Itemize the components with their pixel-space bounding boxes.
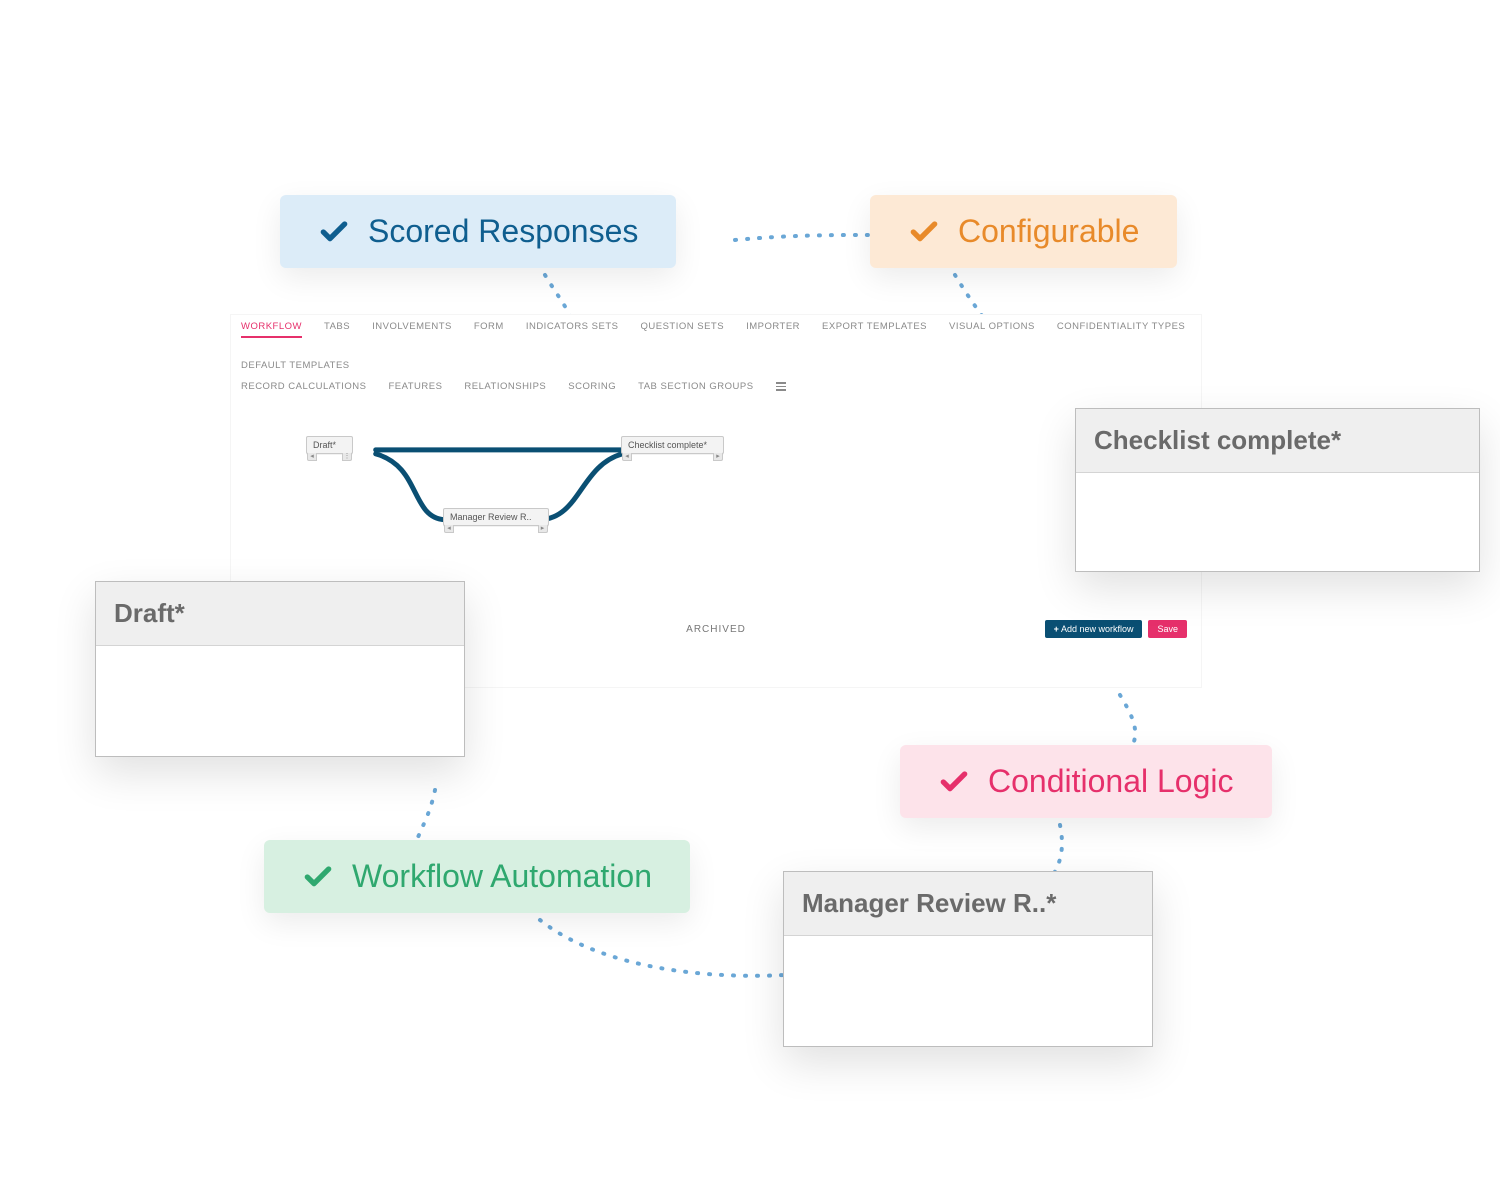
canvas-footer-buttons: +Add new workflow Save [1045, 620, 1187, 638]
save-button[interactable]: Save [1148, 620, 1187, 638]
tab-export-templates[interactable]: EXPORT TEMPLATES [822, 321, 927, 338]
checkmark-icon [302, 861, 334, 893]
state-card-body [96, 646, 464, 756]
state-card-title: Manager Review R..* [784, 872, 1152, 936]
state-card-body [1076, 473, 1479, 571]
tab-features[interactable]: FEATURES [388, 381, 442, 396]
feature-chip-workflow-automation: Workflow Automation [264, 840, 690, 913]
tab-default-templates[interactable]: DEFAULT TEMPLATES [241, 360, 350, 375]
tab-form[interactable]: FORM [474, 321, 504, 338]
feature-chip-label: Scored Responses [368, 213, 638, 250]
feature-chip-label: Conditional Logic [988, 763, 1234, 800]
feature-chip-configurable: Configurable [870, 195, 1177, 268]
checkmark-icon [938, 766, 970, 798]
tab-row-2: RECORD CALCULATIONS FEATURES RELATIONSHI… [241, 381, 1191, 396]
tab-strip: WORKFLOW TABS INVOLVEMENTS FORM INDICATO… [231, 315, 1201, 396]
tab-record-calculations[interactable]: RECORD CALCULATIONS [241, 381, 366, 396]
state-card-manager-review[interactable]: Manager Review R..* [783, 871, 1153, 1047]
tab-row-1: WORKFLOW TABS INVOLVEMENTS FORM INDICATO… [241, 321, 1191, 375]
tab-importer[interactable]: IMPORTER [746, 321, 800, 338]
workflow-node-manager-review[interactable]: Manager Review R.. ◂ ▸ [443, 508, 549, 526]
node-handle-in-icon[interactable]: ◂ [307, 453, 317, 461]
workflow-node-label: Draft* [313, 440, 336, 450]
tab-overflow-icon[interactable] [776, 381, 786, 396]
node-handle-out-icon[interactable]: ▸ [538, 525, 548, 533]
checkmark-icon [908, 216, 940, 248]
tab-question-sets[interactable]: QUESTION SETS [640, 321, 724, 338]
plus-icon: + [1054, 624, 1059, 634]
feature-chip-conditional-logic: Conditional Logic [900, 745, 1272, 818]
node-handle-in-icon[interactable]: ◂ [622, 453, 632, 461]
tab-indicators-sets[interactable]: INDICATORS SETS [526, 321, 619, 338]
add-workflow-button[interactable]: +Add new workflow [1045, 620, 1143, 638]
tab-confidentiality-types[interactable]: CONFIDENTIALITY TYPES [1057, 321, 1185, 338]
state-card-title: Checklist complete* [1076, 409, 1479, 473]
node-handle-out-icon[interactable]: ⋮ [342, 453, 352, 461]
workflow-node-label: Manager Review R.. [450, 512, 532, 522]
feature-chip-scored-responses: Scored Responses [280, 195, 676, 268]
archived-section-label: ARCHIVED [686, 624, 746, 635]
node-handle-out-icon[interactable]: ▸ [713, 453, 723, 461]
tab-involvements[interactable]: INVOLVEMENTS [372, 321, 452, 338]
tab-relationships[interactable]: RELATIONSHIPS [464, 381, 546, 396]
state-card-draft[interactable]: Draft* [95, 581, 465, 757]
tab-section-groups[interactable]: TAB SECTION GROUPS [638, 381, 753, 396]
tab-scoring[interactable]: SCORING [568, 381, 616, 396]
state-card-body [784, 936, 1152, 1046]
node-handle-in-icon[interactable]: ◂ [444, 525, 454, 533]
workflow-node-label: Checklist complete* [628, 440, 707, 450]
feature-chip-label: Workflow Automation [352, 858, 652, 895]
state-card-checklist-complete[interactable]: Checklist complete* [1075, 408, 1480, 572]
tab-visual-options[interactable]: VISUAL OPTIONS [949, 321, 1035, 338]
tab-workflow[interactable]: WORKFLOW [241, 321, 302, 338]
state-card-title: Draft* [96, 582, 464, 646]
feature-chip-label: Configurable [958, 213, 1139, 250]
workflow-node-draft[interactable]: Draft* ◂ ⋮ [306, 436, 353, 454]
workflow-node-checklist-complete[interactable]: Checklist complete* ◂ ▸ [621, 436, 724, 454]
checkmark-icon [318, 216, 350, 248]
tab-tabs[interactable]: TABS [324, 321, 350, 338]
